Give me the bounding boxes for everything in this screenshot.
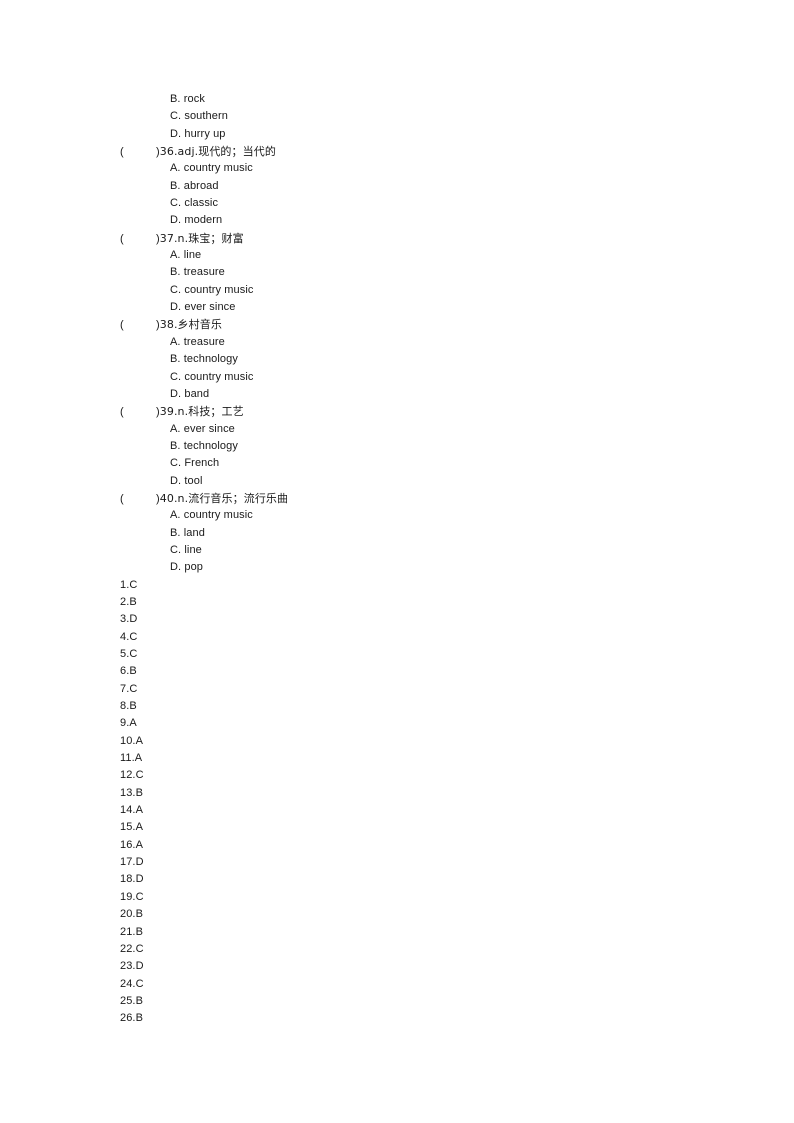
answer-blank-open-paren[interactable]: ( (120, 491, 156, 508)
answer-key-item: 9.A (120, 717, 137, 730)
option-line[interactable]: D. tool (0, 473, 794, 490)
answer-key-item: 19.C (120, 890, 144, 903)
option-line[interactable]: C. country music (0, 282, 794, 299)
answer-key-item: 21.B (120, 925, 144, 938)
question-stem-36: ()36.adj.现代的；当代的 (0, 143, 794, 160)
answer-key-item: 7.C (120, 682, 138, 695)
question-block-39: ()39.n.科技；工艺 A. ever since B. technology… (0, 403, 794, 490)
answer-key-item: 4.C (120, 630, 138, 643)
answer-key-item: 12.C (120, 769, 144, 782)
question-block-36: ()36.adj.现代的；当代的 A. country music B. abr… (0, 143, 794, 230)
option-line[interactable]: C. line (0, 542, 794, 559)
answer-key-item: 5.C (120, 648, 138, 660)
answer-key-item: 13.B (120, 786, 144, 799)
carryover-option-group: B. rock C. southern D. hurry up (0, 91, 794, 143)
answer-key-item: 6.B (120, 665, 137, 678)
option-line[interactable]: D. pop (0, 559, 794, 576)
answer-key-item: 2.B (120, 595, 137, 608)
answer-key-item: 24.C (120, 977, 144, 990)
question-block-37: ()37.n.珠宝；财富 A. line B. treasure C. coun… (0, 230, 794, 317)
option-line[interactable]: A. ever since (0, 421, 794, 438)
answer-key-item: 8.B (120, 700, 137, 713)
answer-key-item: 11.A (120, 752, 143, 765)
option-line[interactable]: B. treasure (0, 264, 794, 281)
answer-key-item: 26.B (120, 1012, 144, 1025)
answer-key-item: 16.A (120, 838, 144, 851)
option-line[interactable]: C. country music (0, 369, 794, 386)
answer-key-item: 22.C (120, 942, 144, 955)
option-line[interactable]: B. technology (0, 351, 794, 368)
answer-key-item: 1.C (120, 578, 138, 591)
question-stem-38: ()38.乡村音乐 (0, 316, 794, 333)
option-line[interactable]: A. country music (0, 507, 794, 524)
answer-blank-open-paren[interactable]: ( (120, 144, 156, 161)
question-stem-text: 40.n.流行音乐；流行乐曲 (159, 491, 289, 505)
option-line[interactable]: B. abroad (0, 178, 794, 195)
question-stem-39: ()39.n.科技；工艺 (0, 403, 794, 420)
option-line[interactable]: C. French (0, 455, 794, 472)
answer-key-list: 1.C 2.B 3.D 4.C 5.C 6.B 7.C 8.B 9.A 10.A… (0, 577, 794, 1028)
question-stem-text: 39.n.科技；工艺 (159, 405, 244, 419)
question-stem-40: ()40.n.流行音乐；流行乐曲 (0, 490, 794, 507)
option-line[interactable]: D. modern (0, 212, 794, 229)
answer-key-item: 17.D (120, 856, 144, 869)
option-line[interactable]: D. ever since (0, 299, 794, 316)
option-line[interactable]: A. line (0, 247, 794, 264)
document-page: B. rock C. southern D. hurry up ()36.adj… (0, 0, 794, 1123)
answer-key-item: 25.B (120, 994, 144, 1007)
question-block-38: ()38.乡村音乐 A. treasure B. technology C. c… (0, 316, 794, 403)
answer-key-item: 20.B (120, 908, 144, 921)
option-line[interactable]: C. classic (0, 195, 794, 212)
option-line[interactable]: A. treasure (0, 334, 794, 351)
option-line[interactable]: B. technology (0, 438, 794, 455)
option-line: D. hurry up (170, 127, 226, 140)
option-line[interactable]: D. band (0, 386, 794, 403)
answer-blank-open-paren[interactable]: ( (120, 404, 156, 421)
answer-key-item: 18.D (120, 873, 144, 886)
answer-blank-open-paren[interactable]: ( (120, 317, 156, 334)
option-line[interactable]: B. land (0, 525, 794, 542)
option-line: C. southern (170, 110, 228, 123)
answer-blank-open-paren[interactable]: ( (120, 231, 156, 248)
question-stem-text: 36.adj.现代的；当代的 (159, 145, 276, 159)
answer-key-item: 14.A (120, 804, 144, 817)
question-stem-text: 37.n.珠宝；财富 (159, 231, 244, 245)
answer-key-item: 10.A (120, 734, 144, 747)
answer-key-item: 23.D (120, 960, 144, 973)
answer-key-item: 15.A (120, 821, 144, 834)
document-body: B. rock C. southern D. hurry up ()36.adj… (0, 91, 794, 1028)
question-stem-text: 38.乡村音乐 (159, 318, 222, 332)
option-line: B. rock (170, 93, 205, 105)
option-line[interactable]: A. country music (0, 160, 794, 177)
question-block-40: ()40.n.流行音乐；流行乐曲 A. country music B. lan… (0, 490, 794, 577)
answer-key-item: 3.D (120, 613, 138, 626)
question-stem-37: ()37.n.珠宝；财富 (0, 230, 794, 247)
